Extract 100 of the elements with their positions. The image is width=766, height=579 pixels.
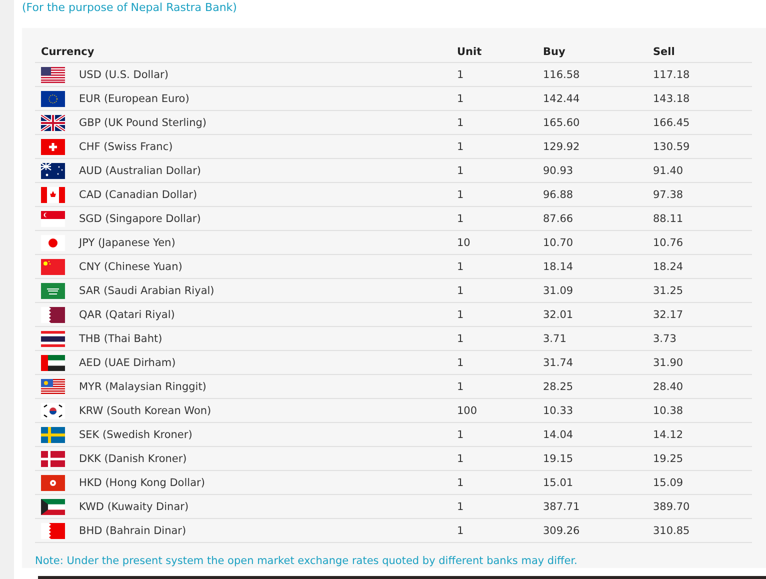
sell-value: 130.59 — [653, 140, 691, 152]
buy-value: 28.25 — [543, 380, 574, 392]
unit-value: 1 — [457, 476, 465, 488]
unit-value: 100 — [457, 404, 478, 416]
buy-value: 10.70 — [543, 236, 574, 248]
buy-value: 3.71 — [543, 332, 568, 344]
buy-value: 18.14 — [543, 260, 574, 272]
currency-name: AUD (Australian Dollar) — [79, 164, 202, 176]
unit-value: 1 — [457, 284, 465, 296]
flag-icon — [41, 138, 65, 154]
unit-value: 1 — [457, 68, 465, 80]
page-subtitle: (For the purpose of Nepal Rastra Bank) — [22, 0, 238, 16]
sell-value: 166.45 — [653, 116, 691, 128]
unit-value: 1 — [457, 452, 465, 464]
column-header: Currency — [40, 46, 96, 58]
currency-name: DKK (Danish Kroner) — [79, 452, 187, 464]
buy-value: 31.74 — [543, 356, 574, 368]
currency-name: HKD (Hong Kong Dollar) — [79, 476, 205, 488]
buy-value: 96.88 — [543, 188, 574, 200]
sell-value: 3.73 — [653, 332, 678, 344]
buy-value: 19.15 — [543, 452, 574, 464]
currency-name: THB (Thai Baht) — [79, 332, 162, 344]
sell-value: 31.25 — [653, 284, 684, 296]
column-header: Sell — [653, 46, 676, 58]
currency-name: KWD (Kuwaity Dinar) — [79, 500, 189, 512]
currency-name: JPY (Japanese Yen) — [79, 236, 176, 248]
buy-value: 165.60 — [543, 116, 581, 128]
buy-value: 10.33 — [543, 404, 574, 416]
sell-value: 88.11 — [653, 212, 684, 224]
currency-name: CHF (Swiss Franc) — [79, 140, 173, 152]
sell-value: 117.18 — [653, 68, 691, 80]
flag-icon — [41, 162, 65, 178]
unit-value: 1 — [457, 164, 465, 176]
flag-icon — [41, 282, 65, 298]
unit-value: 1 — [457, 188, 465, 200]
currency-name: KRW (South Korean Won) — [79, 404, 212, 416]
currency-name: GBP (UK Pound Sterling) — [79, 116, 207, 128]
flag-icon — [41, 210, 65, 226]
flag-icon — [41, 522, 65, 538]
flag-icon — [41, 450, 65, 466]
flag-icon — [41, 66, 65, 82]
currency-name: EUR (European Euro) — [79, 92, 190, 104]
buy-value: 31.09 — [543, 284, 574, 296]
unit-value: 1 — [457, 428, 465, 440]
currency-name: SGD (Singapore Dollar) — [79, 212, 201, 224]
column-header: Unit — [457, 46, 483, 58]
buy-value: 32.01 — [543, 308, 574, 320]
flag-icon — [41, 354, 65, 370]
unit-value: 1 — [457, 380, 465, 392]
buy-value: 87.66 — [543, 212, 574, 224]
unit-value: 1 — [457, 260, 465, 272]
currency-name: MYR (Malaysian Ringgit) — [79, 380, 206, 392]
currency-name: AED (UAE Dirham) — [79, 356, 176, 368]
flag-icon — [41, 306, 65, 322]
sell-value: 143.18 — [653, 92, 691, 104]
buy-value: 14.04 — [543, 428, 574, 440]
sell-value: 31.90 — [653, 356, 684, 368]
buy-value: 309.26 — [543, 524, 581, 536]
currency-name: CNY (Chinese Yuan) — [79, 260, 182, 272]
unit-value: 1 — [457, 500, 465, 512]
flag-icon — [41, 426, 65, 442]
sell-value: 18.24 — [653, 260, 684, 272]
unit-value: 1 — [457, 92, 465, 104]
flag-icon — [41, 402, 65, 418]
buy-value: 129.92 — [543, 140, 581, 152]
unit-value: 1 — [457, 332, 465, 344]
flag-icon — [41, 90, 65, 106]
flag-icon — [41, 186, 65, 202]
flag-icon — [41, 258, 65, 274]
sell-value: 15.09 — [653, 476, 684, 488]
currency-name: SEK (Swedish Kroner) — [79, 428, 192, 440]
sell-value: 389.70 — [653, 500, 691, 512]
flag-icon — [41, 114, 65, 130]
sell-value: 14.12 — [653, 428, 684, 440]
currency-name: BHD (Bahrain Dinar) — [79, 524, 186, 536]
unit-value: 10 — [457, 236, 472, 248]
flag-icon — [41, 330, 65, 346]
flag-icon — [41, 378, 65, 394]
buy-value: 90.93 — [543, 164, 574, 176]
unit-value: 1 — [457, 524, 465, 536]
currency-name: CAD (Canadian Dollar) — [79, 188, 198, 200]
column-header: Buy — [543, 46, 566, 58]
unit-value: 1 — [457, 116, 465, 128]
unit-value: 1 — [457, 212, 465, 224]
sell-value: 97.38 — [653, 188, 684, 200]
unit-value: 1 — [457, 356, 465, 368]
sell-value: 32.17 — [653, 308, 684, 320]
currency-name: SAR (Saudi Arabian Riyal) — [79, 284, 214, 296]
buy-value: 142.44 — [543, 92, 581, 104]
sell-value: 10.76 — [653, 236, 684, 248]
unit-value: 1 — [457, 308, 465, 320]
sell-value: 10.38 — [653, 404, 684, 416]
buy-value: 116.58 — [543, 68, 581, 80]
buy-value: 15.01 — [543, 476, 574, 488]
flag-icon — [41, 234, 65, 250]
note-text: Note: Under the present system the open market exchange rates quoted by different banks may differ. — [35, 555, 578, 567]
flag-icon — [41, 474, 65, 490]
sell-value: 28.40 — [653, 380, 684, 392]
unit-value: 1 — [457, 140, 465, 152]
sell-value: 310.85 — [653, 524, 691, 536]
